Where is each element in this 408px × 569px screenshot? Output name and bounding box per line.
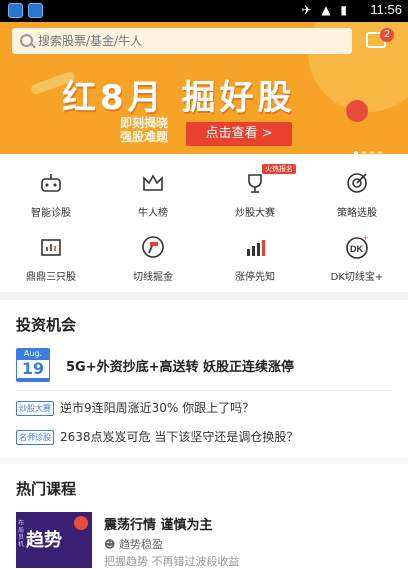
thumbnail-decoration [74,516,88,530]
search-input[interactable] [38,32,338,50]
crown-icon [143,174,163,191]
banner-page-indicator [354,140,386,159]
shortcut-label: 策略选股 [337,208,377,219]
shortcut-three-stocks[interactable]: 鼎鼎三只股 [0,224,102,286]
divider [16,390,392,391]
item-tag: 炒股大赛 [16,401,54,416]
banner-title: 红8月 掘好股 [62,78,296,118]
course-author: ☻ 趋势稳盈 [104,536,163,552]
message-count-badge: 2 [380,28,394,42]
hammer-icon [142,236,164,258]
date-day: 19 [17,360,49,378]
page-dot [354,151,358,155]
shortcut-label: 涨停先知 [235,272,275,283]
page-dot [362,151,366,155]
shortcut-tangent-mining[interactable]: 切线掘金 [102,224,204,286]
section-divider [0,458,408,464]
status-bar: ✈ ▲ ▮ 11:56 [0,0,408,22]
date-badge: Aug. 19 [16,348,50,382]
banner-subtitle: 即刻揭晓 强股难题 [120,116,169,144]
section-heading-courses: 热门课程 [16,480,77,498]
item-tag: 名师诊股 [16,430,54,445]
system-status-icons: ✈ ▲ ▮ [301,3,350,17]
shortcut-dk-tangent[interactable]: DK + DK切线宝+ [306,224,408,286]
opportunity-item[interactable]: 2638点岌岌可危 当下该坚守还是调仓换股？ [60,428,298,445]
section-divider [0,292,408,300]
clock: 11:56 [370,2,402,17]
shortcut-grid: 智能诊股 牛人榜 火热报名 炒股大赛 策略选股 鼎鼎三只股 切线掘金 涨停先知 … [0,160,408,290]
shortcut-strategy-picker[interactable]: 策略选股 [306,160,408,222]
banner-view-button[interactable]: 点击查看 > [186,122,292,146]
thumbnail-side-text: 布局良机 [18,520,25,548]
page-dot [378,151,382,155]
featured-headline[interactable]: 5G+外资抄底+高送转 妖股正连续涨停 [66,356,294,375]
shortcut-label: 智能诊股 [31,208,71,219]
svg-text:DK: DK [350,244,363,254]
app-notification-icon [8,3,23,18]
course-description: 把握趋势 不再错过波段收益 [104,555,240,568]
app-notification-icon [28,3,43,18]
hot-badge: 火热报名 [262,164,296,174]
thumbnail-title: 趋势 [26,530,62,551]
shortcut-trading-contest[interactable]: 火热报名 炒股大赛 [204,160,306,222]
svg-text:+: + [363,234,368,243]
section-heading-opportunities: 投资机会 [16,316,77,334]
chart-box-icon [41,239,61,256]
shortcut-label: DK切线宝+ [330,272,384,283]
shortcut-label: 牛人榜 [138,208,168,219]
shortcut-limit-up-prophet[interactable]: 涨停先知 [204,224,306,286]
banner-decoration [346,100,368,122]
shortcut-expert-ranking[interactable]: 牛人榜 [102,160,204,222]
page-dot [370,151,374,155]
course-thumbnail[interactable]: 布局良机 趋势 [16,512,92,568]
dk-icon: DK+ [346,234,368,259]
search-icon [20,34,33,47]
course-author-name: 趋势稳盈 [118,538,163,551]
robot-icon [41,174,61,192]
opportunity-item[interactable]: 逆市9连阳周涨近30% 你跟上了吗？ [60,399,254,416]
shortcut-label: 切线掘金 [133,272,173,283]
promo-banner[interactable]: 2 红8月 掘好股 即刻揭晓 强股难题 点击查看 > [0,22,408,154]
target-icon [347,173,367,193]
shortcut-label: 鼎鼎三只股 [26,272,76,283]
bars-up-icon [247,240,265,256]
user-icon: ☻ [104,538,116,551]
shortcut-label: 炒股大赛 [235,208,275,219]
course-title[interactable]: 震荡行情 谨慎为主 [104,514,213,533]
shortcut-smart-diagnosis[interactable]: 智能诊股 [0,160,102,222]
search-bar[interactable] [12,28,352,54]
